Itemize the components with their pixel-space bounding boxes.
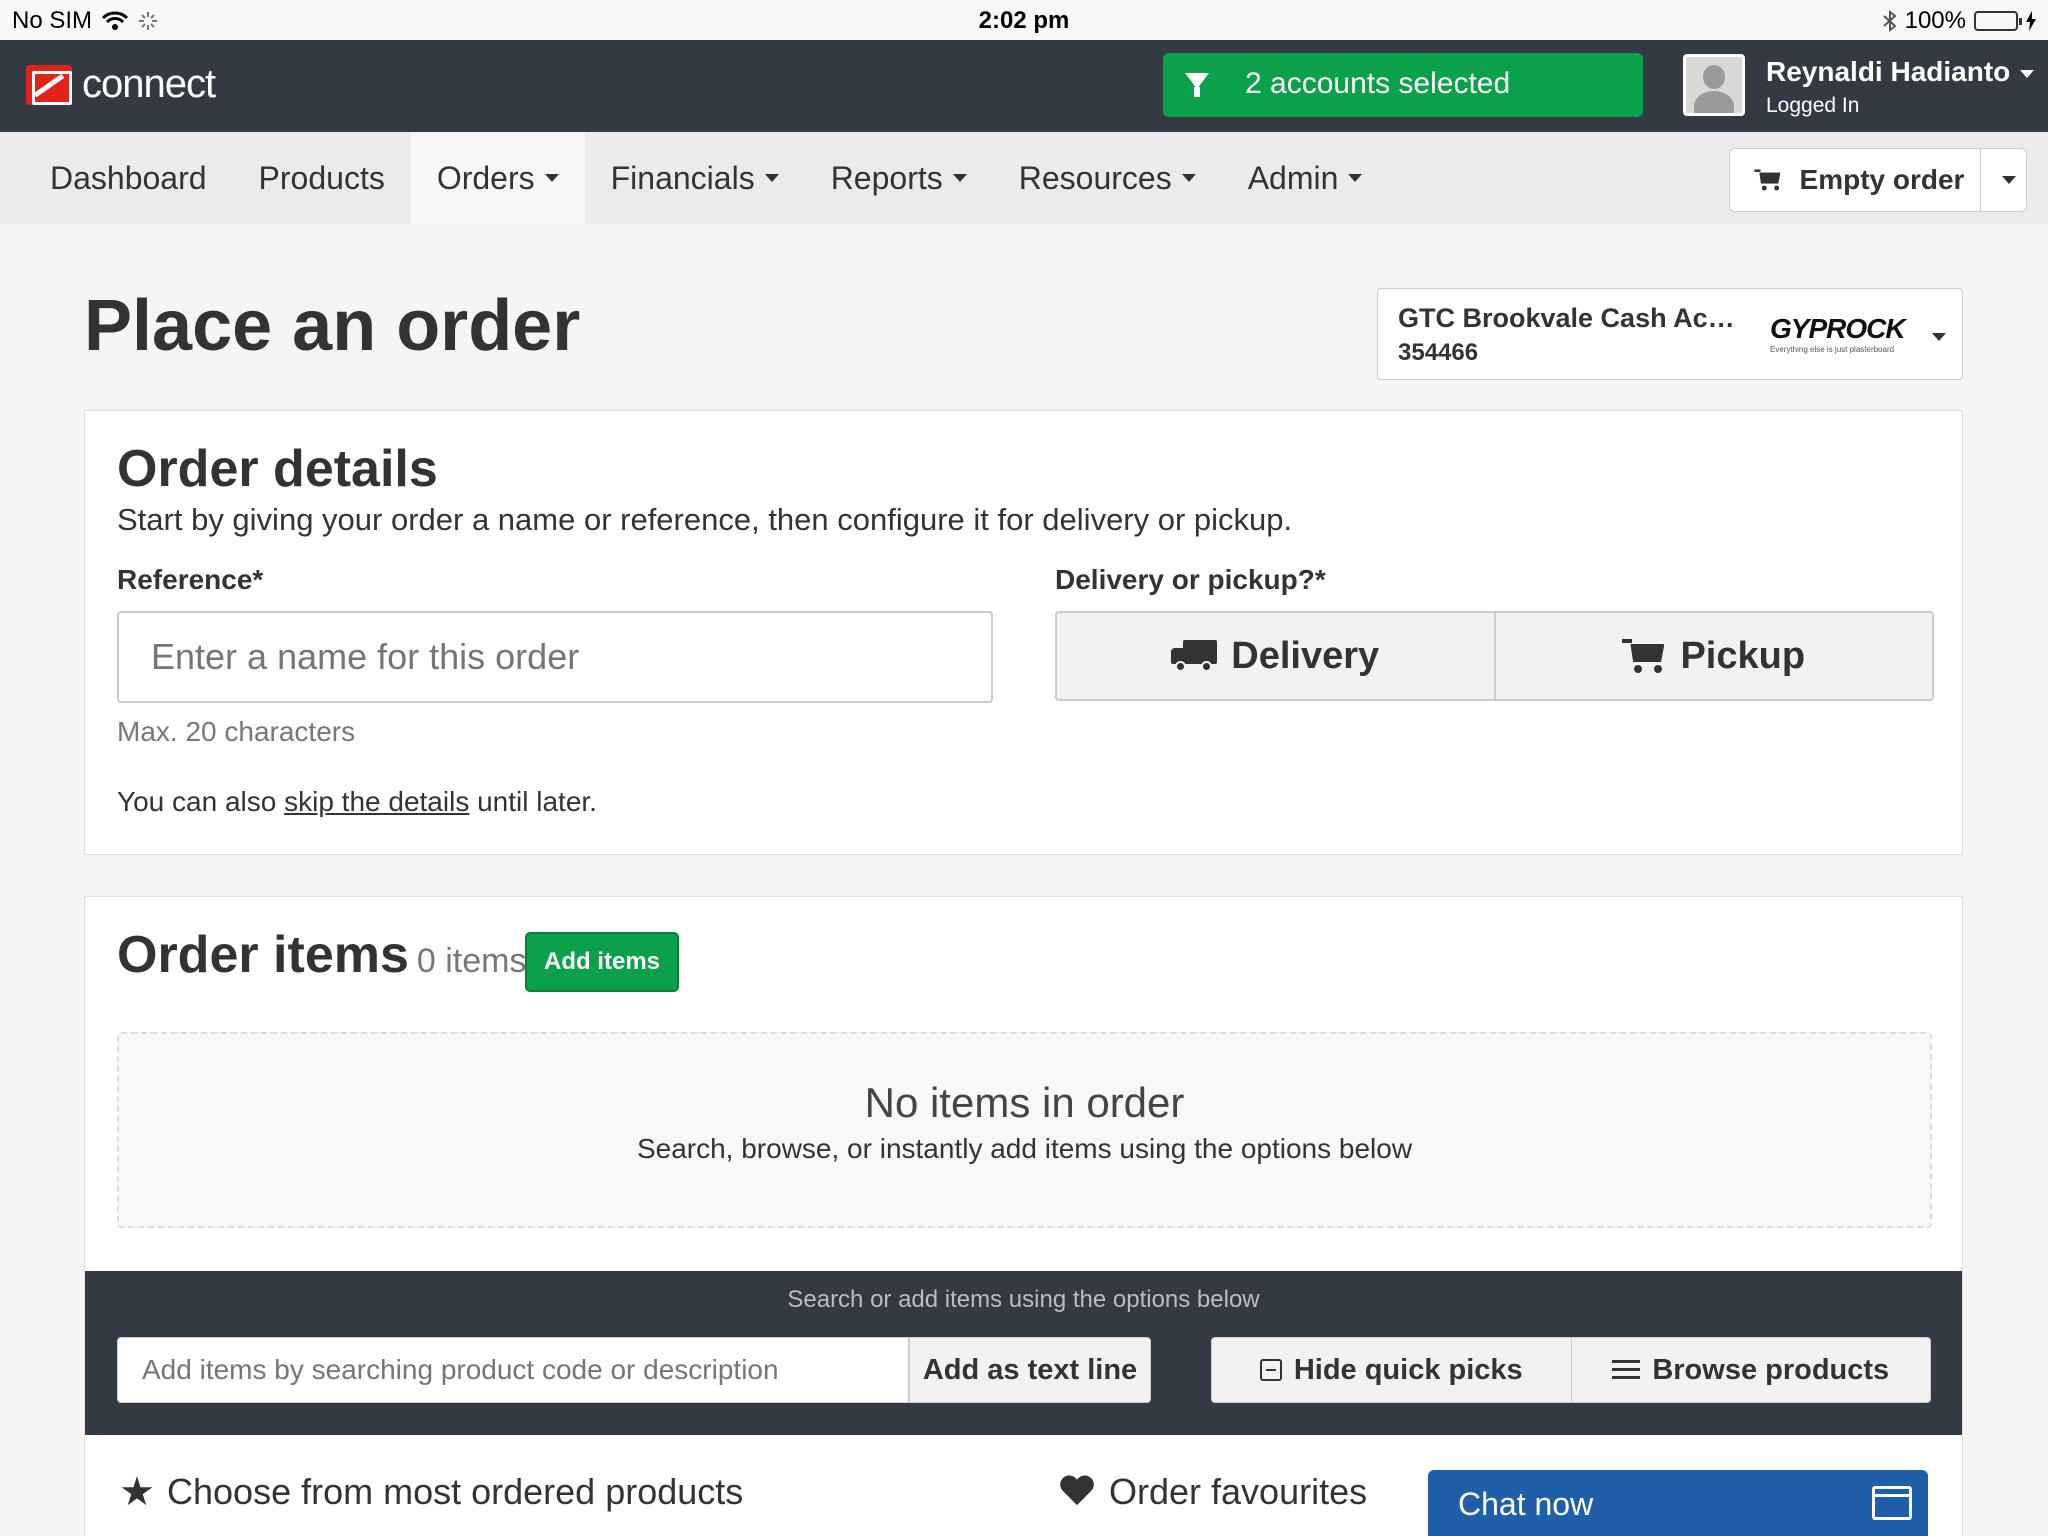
account-selector[interactable]: GTC Brookvale Cash Acc... 354466 GYPROCK… <box>1377 288 1963 380</box>
reference-help: Max. 20 characters <box>117 716 356 747</box>
nav-products[interactable]: Products <box>233 132 411 224</box>
battery-percent: 100% <box>1904 7 1966 34</box>
most-ordered-heading: Choose from most ordered products <box>121 1471 743 1513</box>
chevron-down-icon <box>1932 333 1946 341</box>
user-status: Logged In <box>1766 94 1860 117</box>
order-details-heading: Order details <box>117 440 438 498</box>
window-icon <box>1872 1486 1912 1520</box>
nav-orders[interactable]: Orders <box>410 132 585 224</box>
avatar <box>1683 54 1745 116</box>
truck-icon <box>1171 640 1218 672</box>
item-search-bar: Search or add items using the options be… <box>85 1271 1962 1435</box>
chevron-down-icon <box>952 174 967 182</box>
skip-details-link[interactable]: skip the details <box>284 786 469 817</box>
search-caption: Search or add items using the options be… <box>787 1286 1260 1313</box>
nav-reports[interactable]: Reports <box>805 132 993 224</box>
favourites-heading: Order favourites <box>1059 1471 1367 1513</box>
chevron-down-icon <box>1181 174 1196 182</box>
quick-actions: Hide quick picks Browse products <box>1211 1337 1931 1403</box>
list-icon <box>1612 1359 1641 1381</box>
nav-financials[interactable]: Financials <box>585 132 805 224</box>
product-search-input[interactable] <box>117 1337 909 1403</box>
delivery-pickup-toggle: Delivery Pickup <box>1055 611 1934 701</box>
account-name: GTC Brookvale Cash Acc... <box>1398 303 1738 333</box>
account-filter-button[interactable]: 2 accounts selected <box>1163 53 1643 117</box>
chevron-down-icon <box>2020 69 2035 78</box>
add-text-line-button[interactable]: Add as text line <box>909 1337 1151 1403</box>
empty-title: No items in order <box>864 1079 1185 1126</box>
nav-dashboard[interactable]: Dashboard <box>24 132 233 224</box>
cart-icon <box>1753 169 1781 191</box>
nav-admin[interactable]: Admin <box>1222 132 1389 224</box>
account-number: 354466 <box>1398 339 1479 366</box>
heart-icon <box>1059 1476 1095 1508</box>
clock: 2:02 pm <box>978 7 1070 34</box>
top-header: connect 2 accounts selected Reynaldi Had… <box>0 40 2048 132</box>
chevron-down-icon <box>764 174 779 182</box>
user-name: Reynaldi Hadianto <box>1766 56 2011 87</box>
chevron-down-icon <box>544 174 559 182</box>
empty-order-placeholder: No items in order Search, browse, or ins… <box>117 1032 1932 1228</box>
empty-order-label: Empty order <box>1799 164 1965 195</box>
order-dropdown-toggle[interactable] <box>1980 149 2026 211</box>
skip-details-text: You can also skip the details until late… <box>117 786 597 817</box>
connect-logo[interactable]: connect <box>26 62 216 107</box>
cart-order-button: Empty order <box>1729 148 2027 212</box>
add-items-button[interactable]: Add items <box>525 932 679 992</box>
filter-icon <box>1185 73 1209 97</box>
battery-icon <box>1974 11 2022 31</box>
cart-icon <box>1622 639 1666 673</box>
order-details-description: Start by giving your order a name or ref… <box>117 502 1293 537</box>
status-bar: No SIM 2:02 pm 100% <box>0 0 2048 40</box>
empty-subtitle: Search, browse, or instantly add items u… <box>636 1133 1413 1164</box>
nav-resources[interactable]: Resources <box>993 132 1222 224</box>
items-count: 0 items <box>416 942 527 980</box>
browse-products-button[interactable]: Browse products <box>1571 1337 1931 1403</box>
delivery-pickup-label: Delivery or pickup?* <box>1055 564 1326 595</box>
delivery-button[interactable]: Delivery <box>1055 611 1496 701</box>
reference-input[interactable] <box>117 611 993 703</box>
gyprock-logo: GYPROCK Everything else is just plasterb… <box>1770 313 1906 354</box>
pickup-button[interactable]: Pickup <box>1495 611 1934 701</box>
logo-icon <box>26 64 72 105</box>
reference-label: Reference* <box>117 564 264 595</box>
star-icon <box>121 1476 153 1506</box>
empty-order-button[interactable]: Empty order <box>1730 149 1980 211</box>
hide-quick-picks-button[interactable]: Hide quick picks <box>1211 1337 1572 1403</box>
logo-text: connect <box>82 62 216 106</box>
user-menu[interactable]: Reynaldi Hadianto Logged In <box>1683 54 2035 118</box>
order-items-heading: Order items 0 items <box>117 926 527 984</box>
charging-icon <box>2026 11 2036 31</box>
order-details-panel: Order details Start by giving your order… <box>84 410 1963 855</box>
chat-label: Chat now <box>1458 1486 1594 1522</box>
chevron-down-icon <box>2001 176 2016 184</box>
order-items-panel: Order items 0 items Add items No items in… <box>84 896 1963 1536</box>
page-title: Place an order <box>84 286 581 366</box>
chevron-down-icon <box>1348 174 1363 182</box>
bluetooth-icon <box>1882 10 1897 32</box>
collapse-icon <box>1259 1359 1282 1381</box>
account-filter-label: 2 accounts selected <box>1245 67 1511 100</box>
chat-now-button[interactable]: Chat now <box>1428 1470 1928 1536</box>
